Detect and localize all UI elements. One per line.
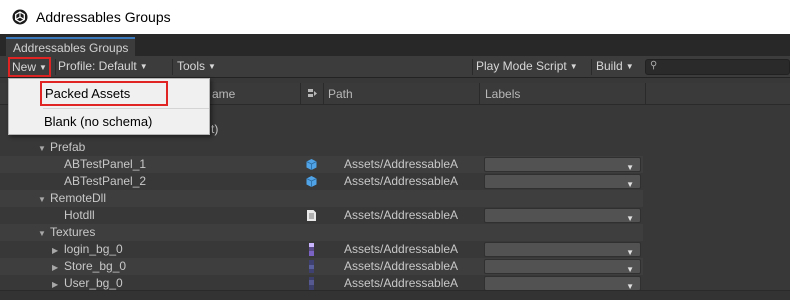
texture-icon [309,243,314,256]
column-divider[interactable] [323,83,324,105]
new-button[interactable]: New ▼ [8,57,51,77]
unity-logo-icon [12,9,28,25]
tree-group-textures[interactable]: ▼ Textures [0,224,643,241]
window-title-bar: Addressables Groups [0,0,790,34]
dropdown-caret-icon: ▼ [39,63,47,72]
search-input[interactable]: ⚲ [645,59,790,75]
build-label: Build [596,59,623,73]
labels-dropdown[interactable]: ▼ [484,276,641,291]
prefab-cube-icon [306,176,317,187]
entry-label: login_bg_0 [64,242,123,256]
entry-label: Store_bg_0 [64,259,127,273]
entry-label: Hotdll [64,208,95,222]
expand-arrow-icon[interactable]: ▶ [52,259,64,276]
column-divider[interactable] [479,83,480,105]
play-mode-label: Play Mode Script [476,59,567,73]
asset-type-column-icon [307,83,321,105]
tab-strip: Addressables Groups [0,34,790,56]
expand-arrow-icon[interactable]: ▼ [38,225,50,242]
expand-arrow-icon[interactable]: ▼ [38,140,50,157]
column-labels[interactable]: Labels [485,83,520,105]
column-path[interactable]: Path [328,83,353,105]
group-label: Textures [50,225,96,239]
hidden-row-label: t) [211,122,219,136]
tab-addressables-groups[interactable]: Addressables Groups [6,37,136,56]
column-divider[interactable] [300,83,301,105]
search-icon: ⚲ [650,60,658,71]
tree-row-entry[interactable]: Hotdll Assets/AddressableA ▼ [0,207,643,224]
new-dropdown-menu: Packed Assets Blank (no schema) [8,78,210,135]
tree-row-entry[interactable]: ABTestPanel_2 Assets/AddressableA ▼ [0,173,643,190]
tree-row-entry[interactable]: ▶ Store_bg_0 Assets/AddressableA ▼ [0,258,643,275]
groups-tree: t) ▼ Prefab ABTestPanel_1 Assets/Addressa… [0,106,790,300]
entry-label: ABTestPanel_1 [64,157,147,171]
expand-arrow-icon[interactable]: ▶ [52,242,64,259]
tree-group-remotedll[interactable]: ▼ RemoteDll [0,190,643,207]
dropdown-caret-icon: ▼ [208,62,216,71]
tree-row-entry[interactable]: ABTestPanel_1 Assets/AddressableA ▼ [0,156,643,173]
entry-path: Assets/AddressableA [344,242,459,256]
build-dropdown[interactable]: Build ▼ [592,56,638,78]
toolbar: New ▼ Profile: Default ▼ Tools ▼ Play Mode … [0,56,790,78]
group-label: RemoteDll [50,191,107,205]
prefab-cube-icon [306,159,317,170]
expand-arrow-icon[interactable]: ▼ [38,191,50,208]
dropdown-caret-icon: ▼ [625,62,634,71]
labels-dropdown[interactable]: ▼ [484,259,641,274]
labels-dropdown[interactable]: ▼ [484,208,641,223]
group-label: Prefab [50,140,86,154]
dropdown-caret-icon: ▼ [139,62,148,71]
new-button-label: New [12,60,37,74]
labels-dropdown[interactable]: ▼ [484,174,641,189]
texture-icon [309,277,314,290]
tree-row-entry[interactable]: ▶ login_bg_0 Assets/AddressableA ▼ [0,241,643,258]
labels-dropdown[interactable]: ▼ [484,157,641,172]
tools-dropdown[interactable]: Tools ▼ [173,56,220,78]
column-group-name[interactable]: ame [212,83,235,105]
entry-path: Assets/AddressableA [344,259,459,273]
bottom-strip [0,290,790,300]
entry-path: Assets/AddressableA [344,208,459,222]
play-mode-script-dropdown[interactable]: Play Mode Script ▼ [472,56,582,78]
tools-label: Tools [177,59,206,73]
entry-path: Assets/AddressableA [344,157,459,171]
text-asset-icon [307,210,316,221]
profile-dropdown[interactable]: Profile: Default ▼ [54,56,152,78]
entry-label: ABTestPanel_2 [64,174,147,188]
window-title: Addressables Groups [36,9,171,25]
tree-group-prefab[interactable]: ▼ Prefab [0,139,643,156]
texture-icon [309,260,314,273]
menu-item-blank-no-schema[interactable]: Blank (no schema) [9,111,209,133]
menu-separator [43,108,209,109]
column-divider[interactable] [645,83,646,105]
profile-label: Profile: Default [58,59,137,73]
dropdown-caret-icon: ▼ [569,62,578,71]
entry-path: Assets/AddressableA [344,174,459,188]
labels-dropdown[interactable]: ▼ [484,242,641,257]
entry-label: User_bg_0 [64,276,123,290]
menu-item-packed-assets[interactable]: Packed Assets [40,81,168,106]
